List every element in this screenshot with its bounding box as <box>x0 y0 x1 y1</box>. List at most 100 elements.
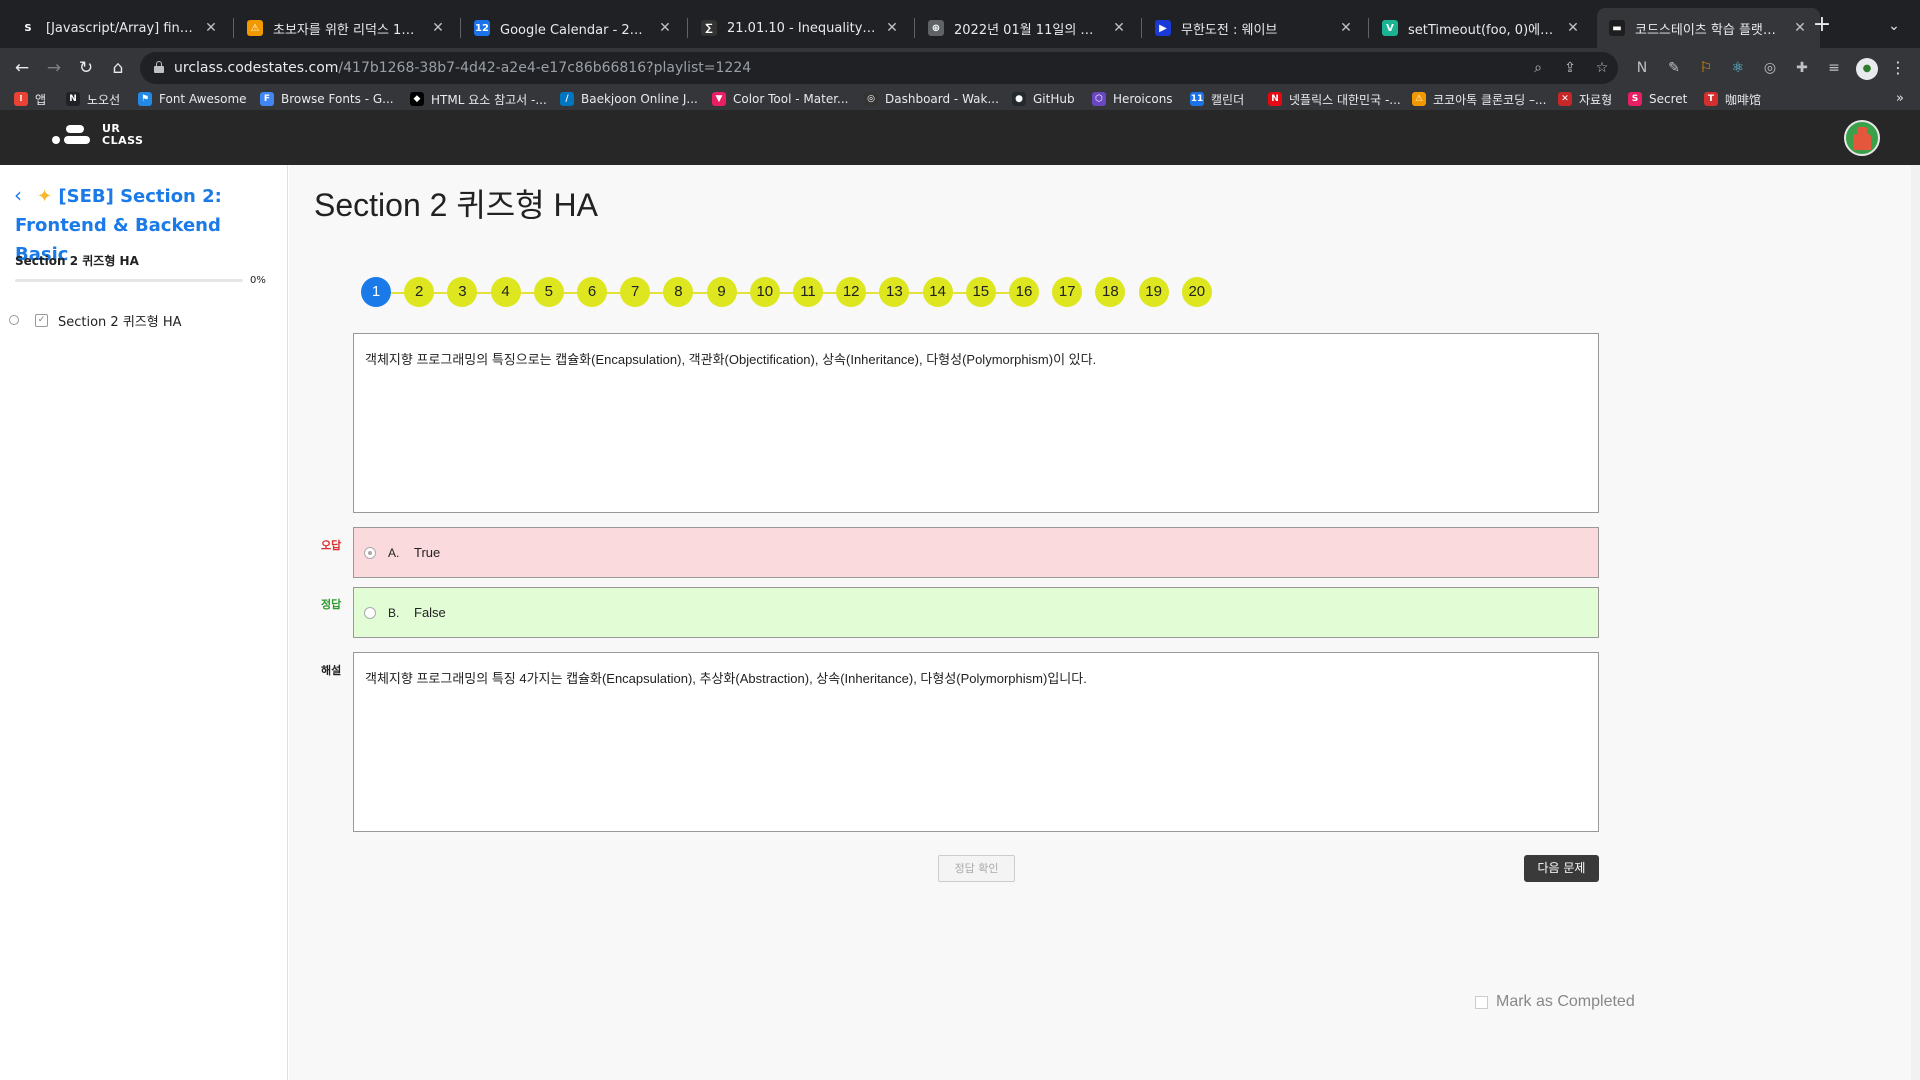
bookmark-item[interactable]: ⁞ 앱 <box>14 88 46 110</box>
bookmark-item[interactable]: / Baekjoon Online J... <box>560 88 698 110</box>
tab-close-icon[interactable]: ✕ <box>1792 20 1808 36</box>
tab-close-icon[interactable]: ✕ <box>430 20 446 36</box>
url-text[interactable]: urclass.codestates.com/417b1268-38b7-4d4… <box>174 60 751 76</box>
wrong-answer-tag: 오답 <box>321 539 342 552</box>
home-icon[interactable]: ⌂ <box>106 56 130 80</box>
question-number-button[interactable]: 7 <box>620 277 651 307</box>
bookmark-item[interactable]: N 노오선 <box>66 88 120 110</box>
browser-tab[interactable]: VsetTimeout(foo, 0)에서 foo는 ✕ <box>1370 8 1593 48</box>
address-bar[interactable]: urclass.codestates.com/417b1268-38b7-4d4… <box>140 52 1618 84</box>
browser-tab[interactable]: ∑ 21.01.10 - Inequality Numbe ✕ <box>689 8 912 48</box>
browser-tab-bar: S [Javascript/Array] find, findI ✕ ⚠ 초보자를 위한… <box>0 0 1920 48</box>
question-number-button[interactable]: 20 <box>1181 277 1212 307</box>
bookmark-favicon-icon: ◆ <box>410 92 424 106</box>
bookmark-item[interactable]: ⚑ Font Awesome <box>138 88 247 110</box>
question-number-button[interactable]: 13 <box>879 277 910 307</box>
bookmark-favicon-icon: ⚠ <box>1412 92 1426 106</box>
share-icon[interactable]: ⇪ <box>1560 58 1580 78</box>
bookmark-item[interactable]: N 넷플릭스 대한민국 -... <box>1268 88 1401 110</box>
option-a[interactable]: A. True <box>353 527 1599 578</box>
lesson-item[interactable]: ✓ Section 2 퀴즈형 HA <box>9 308 279 332</box>
bookmark-item[interactable]: ● GitHub <box>1012 88 1075 110</box>
question-number-button[interactable]: 10 <box>749 277 780 307</box>
tab-separator <box>1141 18 1142 38</box>
react-extension-icon[interactable]: ⚛ <box>1726 56 1750 80</box>
question-number-button[interactable]: 3 <box>447 277 478 307</box>
question-number-button[interactable]: 8 <box>663 277 694 307</box>
tab-favicon-icon: ▶ <box>1155 20 1171 36</box>
reload-icon[interactable]: ↻ <box>74 56 98 80</box>
bookmark-favicon-icon: ◎ <box>864 92 878 106</box>
bookmark-label: 앱 <box>35 92 47 107</box>
question-number-button[interactable]: 11 <box>793 277 823 307</box>
bookmark-item[interactable]: ⬡ Heroicons <box>1092 88 1173 110</box>
question-number-button[interactable]: 2 <box>404 277 435 307</box>
option-b[interactable]: B. False <box>353 587 1599 638</box>
target-extension-icon[interactable]: ◎ <box>1758 56 1782 80</box>
bookmark-item[interactable]: ✕ 자료형 <box>1558 88 1612 110</box>
browser-tab[interactable]: ⊕ 2022년 01월 11일의 공책 - 📖 ✕ <box>916 8 1139 48</box>
tab-close-icon[interactable]: ✕ <box>884 20 900 36</box>
tab-label: 무한도전 : 웨이브 <box>1181 22 1278 38</box>
tab-close-icon[interactable]: ✕ <box>1565 20 1581 36</box>
user-avatar[interactable] <box>1844 120 1880 156</box>
mark-completed-label: Mark as Completed <box>1496 993 1635 1010</box>
option-a-radio[interactable] <box>364 546 376 559</box>
bookmark-favicon-icon: ⁞ <box>14 92 28 106</box>
bookmark-item[interactable]: ▼ Color Tool - Mater... <box>712 88 848 110</box>
bookmark-item[interactable]: ◎ Dashboard - Wak... <box>864 88 999 110</box>
pen-extension-icon[interactable]: ✎ <box>1662 56 1686 80</box>
question-number-button[interactable]: 9 <box>706 277 737 307</box>
bookmark-item[interactable]: ⚠ 코코아톡 클론코딩 –... <box>1412 88 1546 110</box>
bookmark-label: 자료형 <box>1579 92 1613 107</box>
tab-search-icon[interactable]: ⌄ <box>1880 12 1908 40</box>
question-number-button[interactable]: 1 <box>361 277 391 307</box>
question-number-button[interactable]: 5 <box>533 277 564 307</box>
bookmark-label: 넷플릭스 대한민국 -... <box>1289 92 1401 107</box>
notion-extension-icon[interactable]: N <box>1630 56 1654 80</box>
back-icon[interactable]: ← <box>10 56 34 80</box>
puzzle-extension-icon[interactable]: ✚ <box>1790 56 1814 80</box>
star-icon[interactable]: ☆ <box>1592 58 1612 78</box>
new-tab-button[interactable]: + <box>1808 12 1836 40</box>
question-number-button[interactable]: 16 <box>1009 277 1039 307</box>
urclass-logo[interactable]: UR CLASS <box>52 122 146 152</box>
mark-completed[interactable]: Mark as Completed <box>1475 993 1635 1011</box>
tab-close-icon[interactable]: ✕ <box>1111 20 1127 36</box>
question-number-button[interactable]: 15 <box>965 277 996 307</box>
tab-close-icon[interactable]: ✕ <box>203 20 219 36</box>
browser-tab[interactable]: ▶ 무한도전 : 웨이브 ✕ <box>1143 8 1366 48</box>
browser-tab[interactable]: S [Javascript/Array] find, findI ✕ <box>8 8 231 48</box>
question-number-button[interactable]: 18 <box>1095 277 1126 307</box>
bookmark-item[interactable]: 11 캘린더 <box>1190 88 1244 110</box>
question-number-button[interactable]: 4 <box>490 277 521 307</box>
chrome-menu-icon[interactable]: ⋮ <box>1888 56 1908 80</box>
scrollbar[interactable] <box>1911 165 1920 1080</box>
bookmark-item[interactable]: S Secret <box>1628 88 1687 110</box>
forward-icon[interactable]: → <box>42 56 66 80</box>
bookmark-item[interactable]: T 咖啡馆 <box>1704 88 1761 110</box>
bookmark-item[interactable]: ◆ HTML 요소 참고서 -... <box>410 88 547 110</box>
browser-tab[interactable]: 12 Google Calendar - 2022년 1월 ✕ <box>462 8 685 48</box>
option-b-radio[interactable] <box>364 606 376 619</box>
tab-close-icon[interactable]: ✕ <box>657 20 673 36</box>
question-number-button[interactable]: 14 <box>922 277 953 307</box>
question-number-button[interactable]: 6 <box>577 277 607 307</box>
reading-list-icon[interactable]: ≡ <box>1822 56 1846 80</box>
tab-label: 21.01.10 - Inequality Numbe <box>727 20 876 36</box>
question-number-button[interactable]: 12 <box>836 277 867 307</box>
bookmark-item[interactable]: F Browse Fonts - G... <box>260 88 394 110</box>
question-number-button[interactable]: 17 <box>1052 277 1083 307</box>
question-number-button[interactable]: 19 <box>1138 277 1169 307</box>
profile-avatar[interactable]: ● <box>1856 58 1878 80</box>
browser-tab[interactable]: ⚠ 초보자를 위한 리덕스 101 – 노마 ✕ <box>235 8 458 48</box>
zoom-icon[interactable]: ⌕ <box>1528 58 1548 78</box>
tab-close-icon[interactable]: ✕ <box>1338 20 1354 36</box>
bookmarks-overflow-icon[interactable]: » <box>1890 88 1910 110</box>
browser-tab[interactable]: ▬ 코드스테이츠 학습 플랫폼 UrCla ✕ <box>1597 8 1820 48</box>
next-question-button[interactable]: 다음 문제 <box>1524 855 1599 882</box>
mark-completed-checkbox[interactable] <box>1475 995 1488 1009</box>
check-answer-button[interactable]: 정답 확인 <box>938 855 1015 882</box>
flag-extension-icon[interactable]: ⚐ <box>1694 56 1718 80</box>
bookmark-favicon-icon: ● <box>1012 92 1026 106</box>
